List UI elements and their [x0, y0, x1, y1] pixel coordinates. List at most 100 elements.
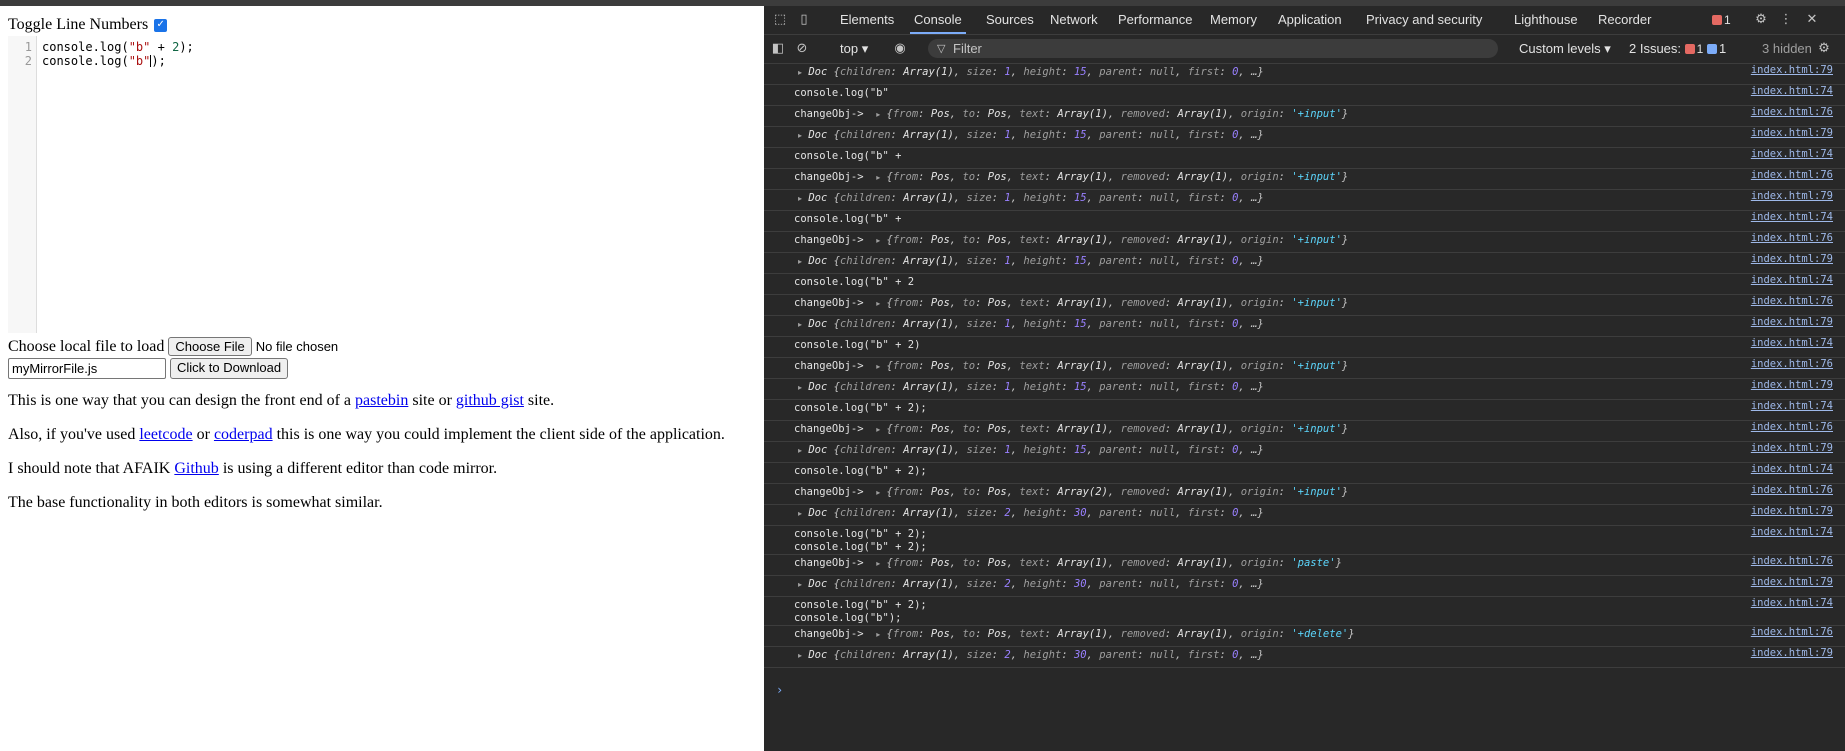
console-message[interactable]: ▸ Doc {children: Array(1), size: 1, heig… — [798, 129, 1264, 141]
console-message[interactable]: changeObj-> ▸ {from: Pos, to: Pos, text:… — [794, 297, 1348, 309]
console-message[interactable]: changeObj-> ▸ {from: Pos, to: Pos, text:… — [794, 628, 1355, 640]
source-link[interactable]: index.html:74 — [1751, 274, 1833, 286]
choose-file-button[interactable]: Choose File — [168, 337, 252, 356]
source-link[interactable]: index.html:79 — [1751, 442, 1833, 454]
source-link[interactable]: index.html:79 — [1751, 253, 1833, 265]
source-link[interactable]: index.html:74 — [1751, 463, 1833, 475]
leetcode-link[interactable]: leetcode — [139, 426, 192, 443]
console-row-doc: ▸ Doc {children: Array(1), size: 2, heig… — [764, 576, 1845, 597]
context-value: top — [840, 41, 859, 56]
device-toolbar-icon[interactable]: ▯ — [796, 12, 812, 28]
paragraph-4: The base functionality in both editors i… — [8, 494, 383, 511]
filter-icon: ▽ — [937, 42, 946, 55]
console-message[interactable]: ▸ Doc {children: Array(1), size: 1, heig… — [798, 318, 1264, 330]
more-options-icon[interactable]: ⋮ — [1778, 12, 1794, 28]
console-message[interactable]: ▸ Doc {children: Array(1), size: 1, heig… — [798, 444, 1264, 456]
tab-memory[interactable]: Memory — [1210, 6, 1257, 34]
source-link[interactable]: index.html:74 — [1751, 597, 1833, 609]
source-link[interactable]: index.html:76 — [1751, 421, 1833, 433]
source-link[interactable]: index.html:79 — [1751, 505, 1833, 517]
source-link[interactable]: index.html:76 — [1751, 106, 1833, 118]
code-lines[interactable]: console.log("b" + 2); console.log("b"); — [42, 40, 194, 68]
error-count-badge[interactable]: 1 — [1712, 13, 1731, 27]
tab-lighthouse[interactable]: Lighthouse — [1514, 6, 1578, 34]
console-row-change: changeObj-> ▸ {from: Pos, to: Pos, text:… — [764, 295, 1845, 316]
source-link[interactable]: index.html:74 — [1751, 337, 1833, 349]
console-message: console.log("b" + 2); console.log("b" + … — [794, 528, 927, 553]
code-editor[interactable]: 1 2 console.log("b" + 2); console.log("b… — [8, 36, 764, 333]
console-message[interactable]: ▸ Doc {children: Array(1), size: 1, heig… — [798, 192, 1264, 204]
download-button[interactable]: Click to Download — [170, 358, 289, 379]
inspect-element-icon[interactable]: ⬚ — [772, 12, 788, 28]
console-message[interactable]: ▸ Doc {children: Array(1), size: 2, heig… — [798, 507, 1264, 519]
tab-elements[interactable]: Elements — [840, 6, 894, 34]
code-line[interactable]: console.log("b" + 2); — [42, 40, 194, 54]
context-selector[interactable]: top ▾ — [840, 35, 868, 63]
live-expression-eye-icon[interactable]: ◉ — [892, 41, 908, 57]
filename-input[interactable]: myMirrorFile.js — [8, 358, 166, 379]
code-token: console.log( — [42, 40, 129, 54]
source-link[interactable]: index.html:76 — [1751, 358, 1833, 370]
source-link[interactable]: index.html:76 — [1751, 169, 1833, 181]
line-number-gutter: 1 2 — [8, 36, 37, 333]
source-link[interactable]: index.html:76 — [1751, 295, 1833, 307]
toggle-line-numbers-checkbox[interactable]: ✓ — [154, 18, 168, 32]
source-link[interactable]: index.html:79 — [1751, 190, 1833, 202]
console-message[interactable]: changeObj-> ▸ {from: Pos, to: Pos, text:… — [794, 171, 1348, 183]
console-message[interactable]: changeObj-> ▸ {from: Pos, to: Pos, text:… — [794, 108, 1348, 120]
coderpad-link[interactable]: coderpad — [214, 426, 273, 443]
source-link[interactable]: index.html:74 — [1751, 148, 1833, 160]
console-row-log2: console.log("b" + 2); console.log("b"); i… — [764, 597, 1845, 626]
code-line[interactable]: console.log("b"); — [42, 54, 194, 68]
source-link[interactable]: index.html:79 — [1751, 127, 1833, 139]
console-message[interactable]: ▸ Doc {children: Array(1), size: 1, heig… — [798, 255, 1264, 267]
text: I should note that AFAIK — [8, 460, 175, 477]
filter-input[interactable]: ▽ Filter — [928, 39, 1498, 58]
console-settings-icon[interactable]: ⚙ — [1816, 41, 1832, 57]
tab-network[interactable]: Network — [1050, 6, 1098, 34]
settings-icon[interactable]: ⚙ — [1753, 12, 1769, 28]
console-row-log: console.log("b" + 2); index.html:74 — [764, 463, 1845, 484]
source-link[interactable]: index.html:79 — [1751, 316, 1833, 328]
source-link[interactable]: index.html:79 — [1751, 647, 1833, 659]
github-link[interactable]: Github — [174, 460, 218, 477]
console-message[interactable]: ▸ Doc {children: Array(1), size: 2, heig… — [798, 578, 1264, 590]
tab-application[interactable]: Application — [1278, 6, 1342, 34]
console-prompt[interactable]: › — [776, 683, 783, 697]
console-message[interactable]: changeObj-> ▸ {from: Pos, to: Pos, text:… — [794, 234, 1348, 246]
console-message[interactable]: ▸ Doc {children: Array(1), size: 2, heig… — [798, 649, 1264, 661]
console-message[interactable]: changeObj-> ▸ {from: Pos, to: Pos, text:… — [794, 360, 1348, 372]
source-link[interactable]: index.html:76 — [1751, 626, 1833, 638]
issue-info-icon — [1706, 44, 1717, 54]
source-link[interactable]: index.html:74 — [1751, 400, 1833, 412]
source-link[interactable]: index.html:74 — [1751, 211, 1833, 223]
sidebar-toggle-icon[interactable]: ◧ — [770, 41, 786, 57]
issues-counter[interactable]: 2 Issues: 1 1 — [1629, 35, 1726, 63]
console-message[interactable]: ▸ Doc {children: Array(1), size: 1, heig… — [798, 381, 1264, 393]
tab-privacy-security[interactable]: Privacy and security — [1366, 6, 1482, 34]
tab-sources[interactable]: Sources — [986, 6, 1034, 34]
github-gist-link[interactable]: github gist — [456, 392, 524, 409]
console-message[interactable]: changeObj-> ▸ {from: Pos, to: Pos, text:… — [794, 486, 1348, 498]
source-link[interactable]: index.html:79 — [1751, 64, 1833, 76]
source-link[interactable]: index.html:74 — [1751, 85, 1833, 97]
console-message[interactable]: changeObj-> ▸ {from: Pos, to: Pos, text:… — [794, 423, 1348, 435]
clear-console-icon[interactable]: ⊘ — [794, 41, 810, 57]
error-count: 1 — [1724, 13, 1731, 27]
close-icon[interactable]: ✕ — [1804, 12, 1820, 28]
console-row-log: console.log("b" + 2) index.html:74 — [764, 337, 1845, 358]
tab-recorder[interactable]: Recorder — [1598, 6, 1651, 34]
pastebin-link[interactable]: pastebin — [355, 392, 408, 409]
console-message[interactable]: ▸ Doc {children: Array(1), size: 1, heig… — [798, 66, 1264, 78]
source-link[interactable]: index.html:76 — [1751, 484, 1833, 496]
source-link[interactable]: index.html:76 — [1751, 232, 1833, 244]
log-levels-dropdown[interactable]: Custom levels ▾ — [1519, 35, 1611, 63]
console-message[interactable]: changeObj-> ▸ {from: Pos, to: Pos, text:… — [794, 557, 1342, 569]
source-link[interactable]: index.html:74 — [1751, 526, 1833, 538]
no-file-text: No file chosen — [255, 339, 339, 354]
tab-console[interactable]: Console — [910, 6, 966, 34]
source-link[interactable]: index.html:76 — [1751, 555, 1833, 567]
source-link[interactable]: index.html:79 — [1751, 576, 1833, 588]
tab-performance[interactable]: Performance — [1118, 6, 1192, 34]
source-link[interactable]: index.html:79 — [1751, 379, 1833, 391]
